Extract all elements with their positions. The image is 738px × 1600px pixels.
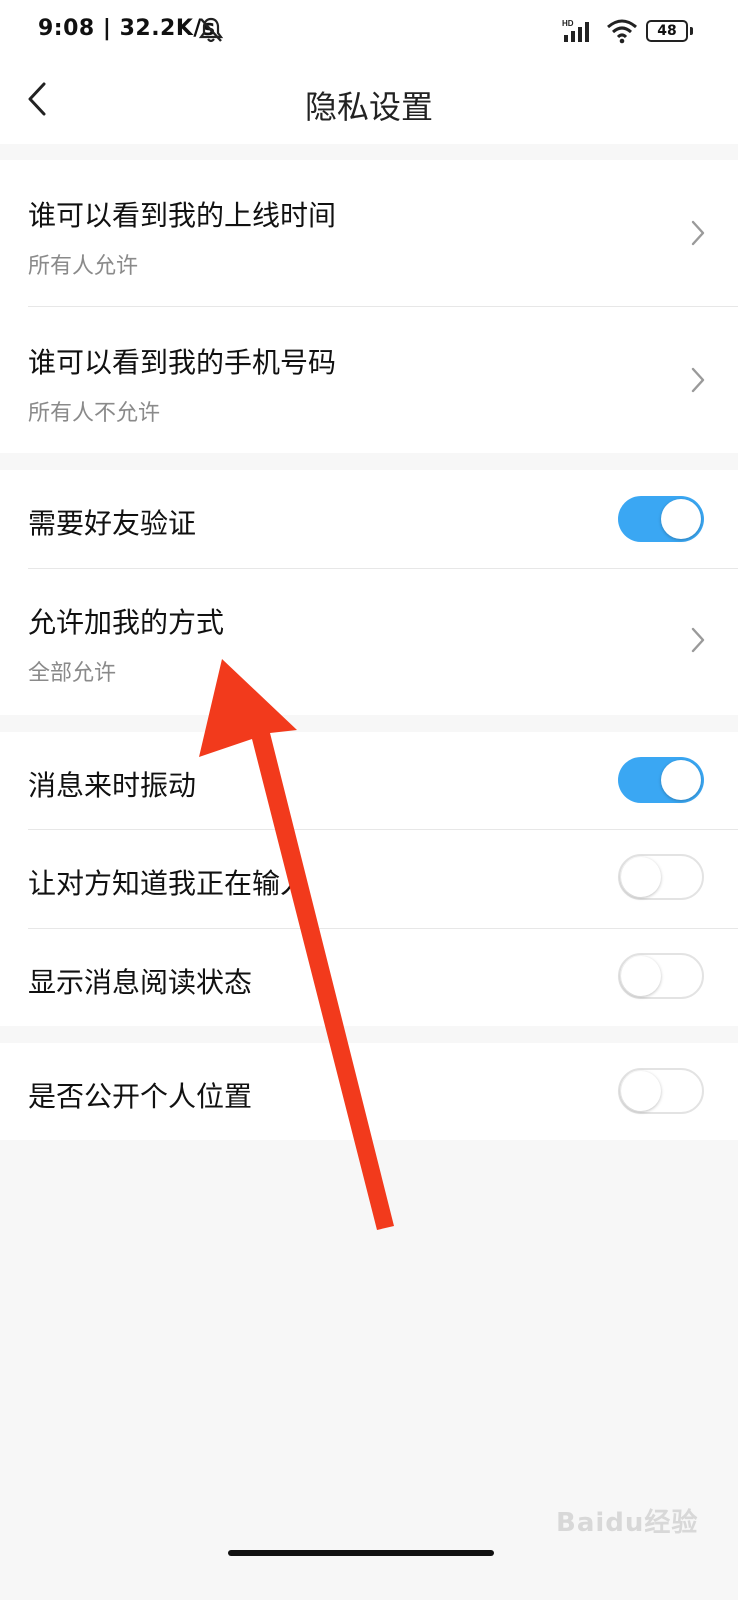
settings-group-friends: 需要好友验证 允许加我的方式 全部允许 [0,470,738,715]
setting-title: 需要好友验证 [28,507,197,540]
mute-bell-icon [198,16,224,48]
battery-tip [690,27,693,35]
setting-public-location: 是否公开个人位置 [0,1043,738,1140]
toggle-knob [661,499,701,539]
setting-title: 让对方知道我正在输入 [28,867,309,900]
typing-indicator-toggle[interactable] [618,854,704,900]
home-indicator[interactable] [228,1550,494,1556]
signal-icon: HD [562,18,596,48]
wifi-icon [606,18,638,48]
settings-group-visibility: 谁可以看到我的上线时间 所有人允许 谁可以看到我的手机号码 所有人不允许 [0,160,738,453]
friend-verification-toggle[interactable] [618,496,704,542]
chevron-right-icon [688,218,708,248]
signal-hd-label: HD [562,19,574,28]
toggle-knob [621,956,661,996]
setting-add-methods[interactable]: 允许加我的方式 全部允许 [0,569,738,715]
setting-friend-verification: 需要好友验证 [0,470,738,568]
setting-value: 所有人不允许 [28,401,161,426]
setting-vibrate: 消息来时振动 [0,732,738,829]
header-bar: 隐私设置 [0,60,738,144]
vibrate-toggle[interactable] [618,757,704,803]
public-location-toggle[interactable] [618,1068,704,1114]
setting-read-status: 显示消息阅读状态 [0,929,738,1026]
setting-title: 谁可以看到我的上线时间 [28,199,337,232]
status-bar: 9:08 | 32.2K/s HD 48 [0,0,738,60]
setting-title: 谁可以看到我的手机号码 [28,346,337,379]
page-title: 隐私设置 [304,88,433,126]
setting-title: 消息来时振动 [28,769,197,802]
watermark-logo: Baidu经验 [556,1508,699,1538]
chevron-right-icon [688,365,708,395]
setting-title: 是否公开个人位置 [28,1080,253,1113]
settings-group-messages: 消息来时振动 让对方知道我正在输入 显示消息阅读状态 [0,732,738,1026]
setting-online-time[interactable]: 谁可以看到我的上线时间 所有人允许 [0,160,738,306]
setting-value: 所有人允许 [28,254,139,279]
toggle-knob [661,760,701,800]
settings-group-location: 是否公开个人位置 [0,1043,738,1140]
setting-title: 允许加我的方式 [28,606,225,639]
setting-typing-indicator: 让对方知道我正在输入 [0,830,738,928]
read-status-toggle[interactable] [618,953,704,999]
setting-value: 全部允许 [28,661,117,686]
chevron-right-icon [688,625,708,655]
status-time: 9:08 | 32.2K/s [38,16,216,41]
toggle-knob [621,1071,661,1111]
setting-phone-number[interactable]: 谁可以看到我的手机号码 所有人不允许 [0,307,738,453]
toggle-knob [621,857,661,897]
setting-title: 显示消息阅读状态 [28,966,253,999]
battery-icon: 48 [646,20,688,42]
